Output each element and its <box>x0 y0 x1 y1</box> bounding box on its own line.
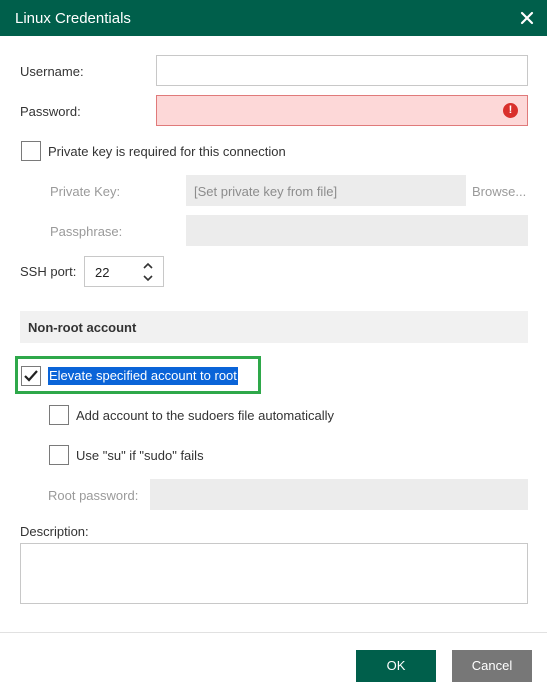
root-password-label: Root password: <box>48 488 139 503</box>
error-icon: ! <box>503 103 518 118</box>
private-key-placeholder: [Set private key from file] <box>194 184 338 199</box>
ssh-port-value: 22 <box>95 265 110 280</box>
su-checkbox-label[interactable]: Use "su" if "sudo" fails <box>76 448 204 463</box>
username-input[interactable] <box>156 55 528 86</box>
close-icon[interactable] <box>517 8 537 28</box>
su-checkbox[interactable] <box>49 445 69 465</box>
section-title: Non-root account <box>28 320 137 335</box>
chevron-up-icon[interactable] <box>141 260 155 272</box>
sudoers-checkbox-label[interactable]: Add account to the sudoers file automati… <box>76 408 334 423</box>
sudoers-checkbox[interactable] <box>49 405 69 425</box>
non-root-section-header: Non-root account <box>20 311 528 343</box>
private-key-checkbox[interactable] <box>21 141 41 161</box>
chevron-down-icon[interactable] <box>141 272 155 284</box>
title-bar: Linux Credentials <box>0 0 547 36</box>
ssh-port-label: SSH port: <box>20 264 77 279</box>
private-key-field: [Set private key from file] <box>186 175 466 206</box>
description-label: Description: <box>20 524 89 539</box>
password-input[interactable]: ! <box>156 95 528 126</box>
window-title: Linux Credentials <box>15 10 131 27</box>
footer-divider <box>0 632 547 633</box>
browse-link[interactable]: Browse... <box>472 184 526 199</box>
cancel-button[interactable]: Cancel <box>452 650 532 682</box>
elevate-checkbox[interactable] <box>21 366 41 386</box>
private-key-checkbox-label[interactable]: Private key is required for this connect… <box>48 144 286 159</box>
username-label: Username: <box>20 64 84 79</box>
password-label: Password: <box>20 104 81 119</box>
ssh-port-stepper[interactable]: 22 <box>84 256 164 287</box>
private-key-label: Private Key: <box>50 184 121 199</box>
description-textarea[interactable] <box>20 543 528 604</box>
elevate-checkbox-label[interactable]: Elevate specified account to root <box>48 367 238 385</box>
passphrase-field <box>186 215 528 246</box>
passphrase-label: Passphrase: <box>50 224 123 239</box>
checkmark-icon <box>24 370 38 382</box>
root-password-field <box>150 479 528 510</box>
ok-button[interactable]: OK <box>356 650 436 682</box>
